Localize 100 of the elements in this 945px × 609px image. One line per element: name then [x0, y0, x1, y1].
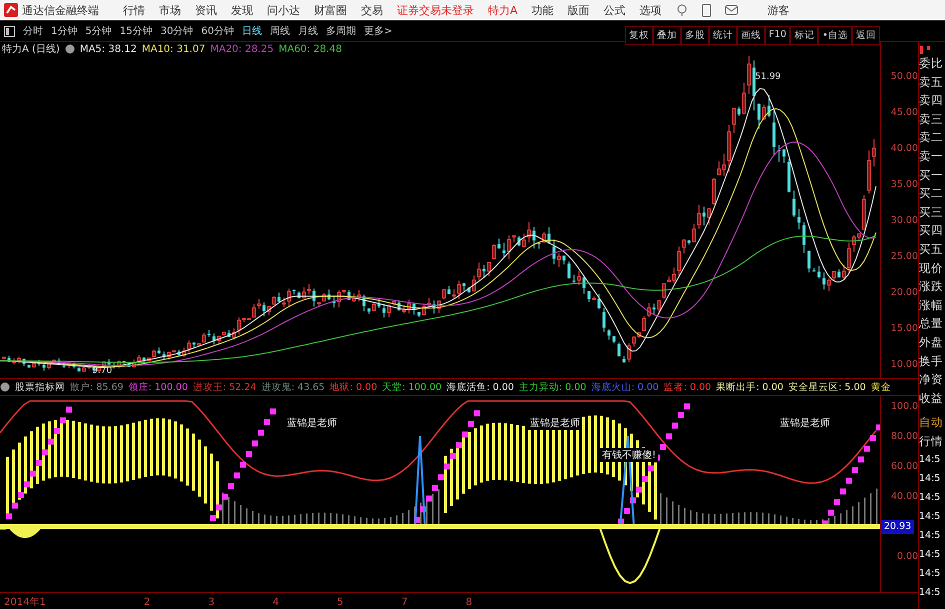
menu-item[interactable]: 市场 [159, 2, 181, 18]
user-label[interactable]: 游客 [768, 2, 790, 18]
price-axis-label: 35.00 [890, 178, 918, 192]
chart-title: 特力A (日线) [2, 42, 60, 56]
ma-value: MA5: 38.12 [80, 44, 137, 54]
period-tab[interactable]: 15分钟 [120, 24, 152, 38]
indicator-value: 进攻鬼: 43.65 [261, 380, 325, 394]
chart-annotation: 蓝锦是老师 [528, 416, 582, 430]
quote-field-label: 买五 [919, 240, 944, 258]
indicator-value: 黄金 [870, 380, 891, 394]
indicator-axis-label: 100.0 [891, 400, 918, 414]
quote-field-label: 卖一 [919, 148, 944, 165]
price-axis-label: 40.00 [890, 142, 918, 156]
quote-field-label: 买二 [919, 185, 944, 202]
indicator-value: 地狱: 0.00 [330, 380, 378, 394]
chart-tool-button[interactable]: 画线 [736, 26, 765, 45]
period-tab[interactable]: 月线 [298, 24, 318, 38]
menu-item[interactable]: 财富圈 [314, 2, 347, 18]
date-axis-label: 3 [208, 596, 215, 608]
indicator-value: 监者: 0.00 [664, 380, 712, 394]
period-tab[interactable]: 分时 [23, 24, 43, 38]
tool-menu-item[interactable]: 公式 [604, 2, 626, 18]
tick-time: 14:5 [919, 491, 942, 506]
period-tab[interactable]: 日线 [242, 24, 262, 38]
period-tab[interactable]: 更多> [364, 24, 392, 38]
indicator-value: 海底火山: 0.00 [591, 380, 659, 394]
menu-item[interactable]: 发现 [231, 2, 253, 18]
tick-time: 14:5 [919, 567, 942, 582]
ma-value: MA10: 31.07 [142, 44, 206, 54]
period-tab[interactable]: 60分钟 [201, 24, 234, 38]
menu-item[interactable]: 交易 [361, 2, 383, 18]
indicator-value: 海底活鱼: 0.00 [446, 380, 514, 394]
quote-field-label: 收益 [919, 390, 944, 407]
chart-tool-button[interactable]: F10 [764, 26, 790, 45]
chart-annotation: 蓝锦是老师 [285, 416, 339, 430]
indicator-axis-label: 40.00 [891, 490, 918, 504]
price-axis-label: 10.00 [890, 358, 918, 372]
quote-field-label: 外盘 [919, 334, 944, 351]
indicator-value: 主力异动: 0.00 [518, 380, 586, 394]
indicator-axis-label: 0.00 [897, 550, 918, 564]
indicator-value: 领庄: 100.00 [128, 380, 188, 394]
tool-menu-item[interactable]: 选项 [640, 2, 662, 18]
period-tab[interactable]: 周线 [270, 24, 290, 38]
tick-time: 14:5 [919, 529, 942, 544]
date-axis-label: 7 [401, 596, 408, 608]
indicator-axis-label: 80.00 [891, 430, 918, 444]
chart-annotation: 蓝锦是老师 [778, 416, 832, 430]
tool-menu-item[interactable]: 版面 [568, 2, 590, 18]
mode-label[interactable]: 自动 [919, 413, 945, 432]
price-axis-label: 50.00 [890, 70, 918, 84]
quote-field-label: 卖二 [919, 129, 944, 146]
quote-field-label: 卖四 [919, 92, 944, 110]
indicator-value: 进攻王: 52.24 [192, 380, 256, 394]
current-value-badge: 20.93 [881, 520, 914, 534]
mail-icon[interactable] [724, 5, 738, 15]
indicator-value: 天堂: 100.00 [382, 380, 442, 394]
app-logo-icon [4, 3, 18, 17]
price-axis-label: 15.00 [890, 322, 918, 336]
price-axis-label: 45.00 [890, 106, 918, 120]
indicator-value: 果断出手: 0.00 [716, 380, 784, 394]
tick-time: 14:5 [919, 453, 942, 468]
high-price-label: 51.99 [755, 72, 781, 82]
chart-tool-button[interactable]: •自选 [818, 26, 852, 45]
settings-icon[interactable] [64, 44, 75, 54]
period-tab[interactable]: 1分钟 [51, 24, 78, 38]
date-axis-label: 2014年1 [4, 596, 46, 609]
chart-tool-button[interactable]: 多股 [680, 26, 709, 45]
period-tab[interactable]: 多周期 [326, 24, 356, 38]
dip-curve [599, 527, 661, 584]
tool-menu-item[interactable]: 功能 [532, 2, 554, 18]
phone-icon[interactable] [702, 4, 711, 16]
chart-tool-button[interactable]: 复权 [624, 26, 653, 45]
quote-field-label: 总量 [919, 315, 944, 332]
quote-field-label: 卖五 [919, 74, 944, 91]
date-axis-label: 5 [336, 596, 344, 608]
menu-item[interactable]: 资讯 [195, 2, 217, 18]
chart-tool-button[interactable]: 统计 [708, 26, 737, 45]
stock-name: 特力A [488, 2, 518, 18]
chart-tool-button[interactable]: 叠加 [652, 26, 681, 45]
indicator-title: 股票指标网 [15, 380, 65, 394]
chart-tool-button[interactable]: 标记 [790, 26, 818, 45]
indicator-axis-label: 60.00 [891, 460, 918, 474]
menu-item[interactable]: 问小达 [267, 2, 300, 18]
section-label: 行情 [919, 432, 944, 450]
menu-item[interactable]: 行情 [123, 2, 145, 18]
price-axis-label: 25.00 [890, 250, 918, 264]
ma-value: MA20: 28.25 [210, 44, 274, 54]
quote-field-label: 买四 [919, 222, 944, 240]
period-tab[interactable]: 5分钟 [85, 24, 112, 38]
period-tab[interactable]: 30分钟 [160, 24, 194, 38]
tick-time: 14:5 [919, 586, 942, 600]
indicator-value: 散户: 85.69 [70, 380, 124, 394]
chart-annotation: 有钱不赚傻! [600, 448, 658, 462]
quote-field-label: 净资 [919, 371, 944, 388]
settings-icon[interactable] [0, 382, 10, 392]
date-axis-label: 4 [272, 596, 279, 608]
chart-tool-button[interactable]: 返回 [852, 26, 880, 45]
price-axis-label: 20.00 [890, 286, 918, 300]
login-status: 证券交易未登录 [397, 2, 474, 18]
quote-field-label: 涨幅 [919, 296, 944, 314]
